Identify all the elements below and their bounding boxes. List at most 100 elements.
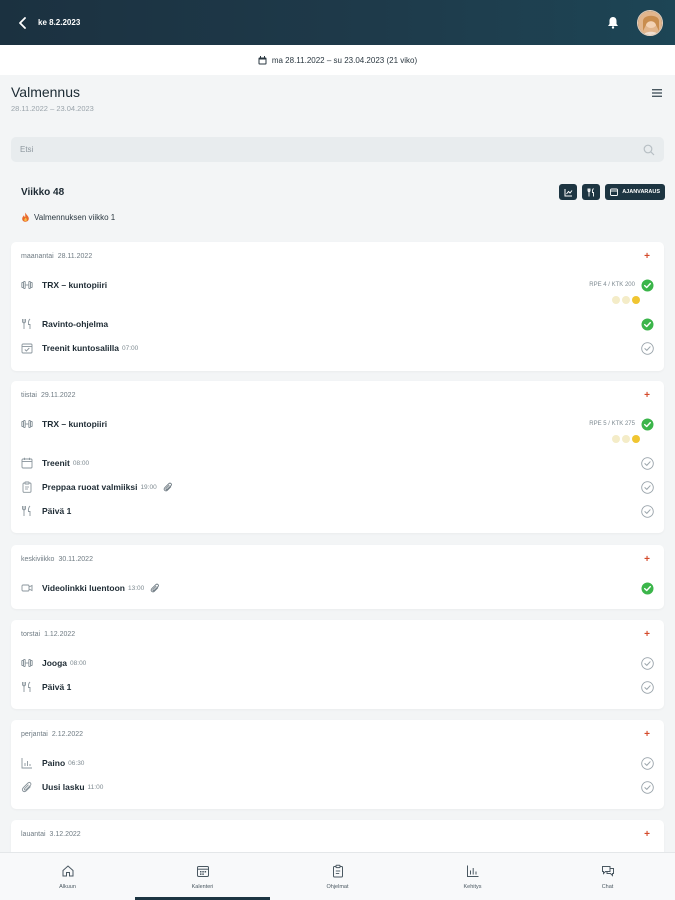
day-card: tiistai 29.11.2022 + TRX – kuntopiiri RPE 5 … [11,381,664,533]
dumbbell-icon [21,418,33,430]
nutrition-button[interactable] [582,184,601,200]
day-weekday: torstai [21,630,41,638]
entry-title: TRX – kuntopiiri [42,419,108,429]
calendar-entry[interactable]: TRX – kuntopiiri RPE 4 / KTK 200 [21,276,654,294]
progress-chart-button[interactable] [559,184,578,200]
incomplete-check-icon[interactable] [641,480,654,494]
incomplete-check-icon[interactable] [641,504,654,518]
add-entry-button[interactable]: + [640,829,654,840]
tab-ohjelmat[interactable]: Ohjelmat [270,853,405,900]
calendar-entry[interactable]: Treenit 08:00 [21,454,654,472]
day-date: 2.12.2022 [51,730,84,738]
completed-check-icon[interactable] [641,318,654,331]
calendar-entry[interactable]: Ravinto-ohjelma [21,315,654,333]
add-entry-button[interactable]: + [640,251,654,262]
calendar-entry[interactable]: Uusi lasku 11:00 [21,778,654,796]
incomplete-check-icon[interactable] [641,341,654,355]
smiley-selected-icon [632,296,640,304]
incomplete-check-icon[interactable] [641,780,654,794]
incomplete-check-icon[interactable] [641,656,654,670]
back-button[interactable] [12,12,34,34]
calendar-entry[interactable]: TRX – kuntopiiri RPE 5 / KTK 275 [21,415,654,433]
day-header: maanantai 28.11.2022 + [11,242,664,270]
calendar-entry[interactable]: Preppaa ruoat valmiiksi 19:00 [21,478,654,496]
program-header: Valmennus 28.11.2022 – 23.04.2023 [11,84,94,113]
list-menu-button[interactable] [650,86,664,98]
smiley-icon [612,435,620,443]
date-range-bar[interactable]: ma 28.11.2022 – su 23.04.2023 (21 viko) [0,45,675,75]
search-icon[interactable] [643,144,655,156]
smiley-icon [622,435,630,443]
smiley-selected-icon [632,435,640,443]
add-entry-button[interactable]: + [640,390,654,401]
tab-chat[interactable]: Chat [540,853,675,900]
home-icon [61,864,75,880]
day-weekday: tiistai [21,391,37,399]
tab-alkuun[interactable]: Alkuun [0,853,135,900]
add-entry-button[interactable]: + [640,729,654,740]
clipboard-icon [21,481,33,493]
week-note: Valmennuksen viikko 1 [21,212,115,222]
calendar-entry[interactable]: Päivä 1 [21,678,654,696]
add-entry-button[interactable]: + [640,629,654,640]
add-entry-button[interactable]: + [640,554,654,565]
week-title: Viikko 48 [21,186,65,198]
incomplete-check-icon[interactable] [641,680,654,694]
tab-kalenteri[interactable]: Kalenteri [135,853,270,900]
tab-kehitys[interactable]: Kehitys [405,853,540,900]
tab-label: Alkuun [59,883,76,890]
incomplete-check-icon[interactable] [641,756,654,770]
day-card: keskiviikko 30.11.2022 + Videolinkki luento… [11,545,664,609]
entry-time: 19:00 [140,483,157,491]
smiley-icon [612,296,620,304]
entry-time: 08:00 [70,659,87,667]
completed-check-icon[interactable] [641,418,654,431]
bottom-tab-bar: Alkuun Kalenteri Ohjelmat Kehitys Chat [0,852,675,900]
completed-check-icon[interactable] [641,279,654,292]
calendar-icon [196,864,210,880]
entry-title: Videolinkki luentoon [42,583,125,593]
calendar-entry[interactable]: Treenit kuntosalilla 07:00 [21,339,654,357]
search-input[interactable] [20,145,643,154]
rpe-load: RPE 4 / KTK 200 [589,282,635,288]
day-card: perjantai 2.12.2022 + Paino 06:30 Uusi lasku 1… [11,720,664,809]
entry-title: Treenit kuntosalilla [42,343,119,353]
week-note-text: Valmennuksen viikko 1 [34,212,116,222]
program-dates: 28.11.2022 – 23.04.2023 [11,104,94,113]
calendar-entry[interactable]: Paino 06:30 [21,754,654,772]
tab-label: Kehitys [463,883,482,890]
entry-title: Päivä 1 [42,682,72,692]
schedule-label: AJANVARAUS [622,189,660,195]
avatar[interactable] [637,9,663,36]
entry-time: 13:00 [127,584,145,592]
day-date: 3.12.2022 [49,830,81,838]
calendar-entry[interactable]: Päivä 1 [21,502,654,520]
calendar-icon [610,188,619,196]
fork-knife-icon [21,318,33,330]
day-date: 1.12.2022 [44,630,76,638]
entry-time: 06:30 [68,759,85,767]
entry-title: Paino [42,758,66,768]
calendar-entry[interactable]: Videolinkki luentoon 13:00 [21,579,654,597]
calendar-icon [21,457,33,469]
smiley-icon [622,296,630,304]
header-date: ke 8.2.2023 [38,18,81,27]
completed-check-icon[interactable] [641,582,654,595]
notifications-button[interactable] [603,13,623,33]
entry-title: Treenit [42,458,70,468]
calendar-entry[interactable]: Jooga 08:00 [21,654,654,672]
video-icon [21,582,33,594]
entry-title: TRX – kuntopiiri [42,280,108,290]
dumbbell-icon [21,657,33,669]
incomplete-check-icon[interactable] [641,456,654,470]
attachment-icon [163,482,173,492]
dumbbell-icon [21,279,33,291]
fork-knife-icon [21,505,33,517]
day-date: 30.11.2022 [58,555,93,563]
rpe-load: RPE 5 / KTK 275 [589,421,635,427]
page-title: Valmennus [11,84,81,100]
entry-time: 08:00 [72,459,90,467]
attachment-icon [150,583,160,593]
schedule-appointment-button[interactable]: AJANVARAUS [605,184,665,200]
week-header: Viikko 48 AJANVARAUS [21,183,665,201]
